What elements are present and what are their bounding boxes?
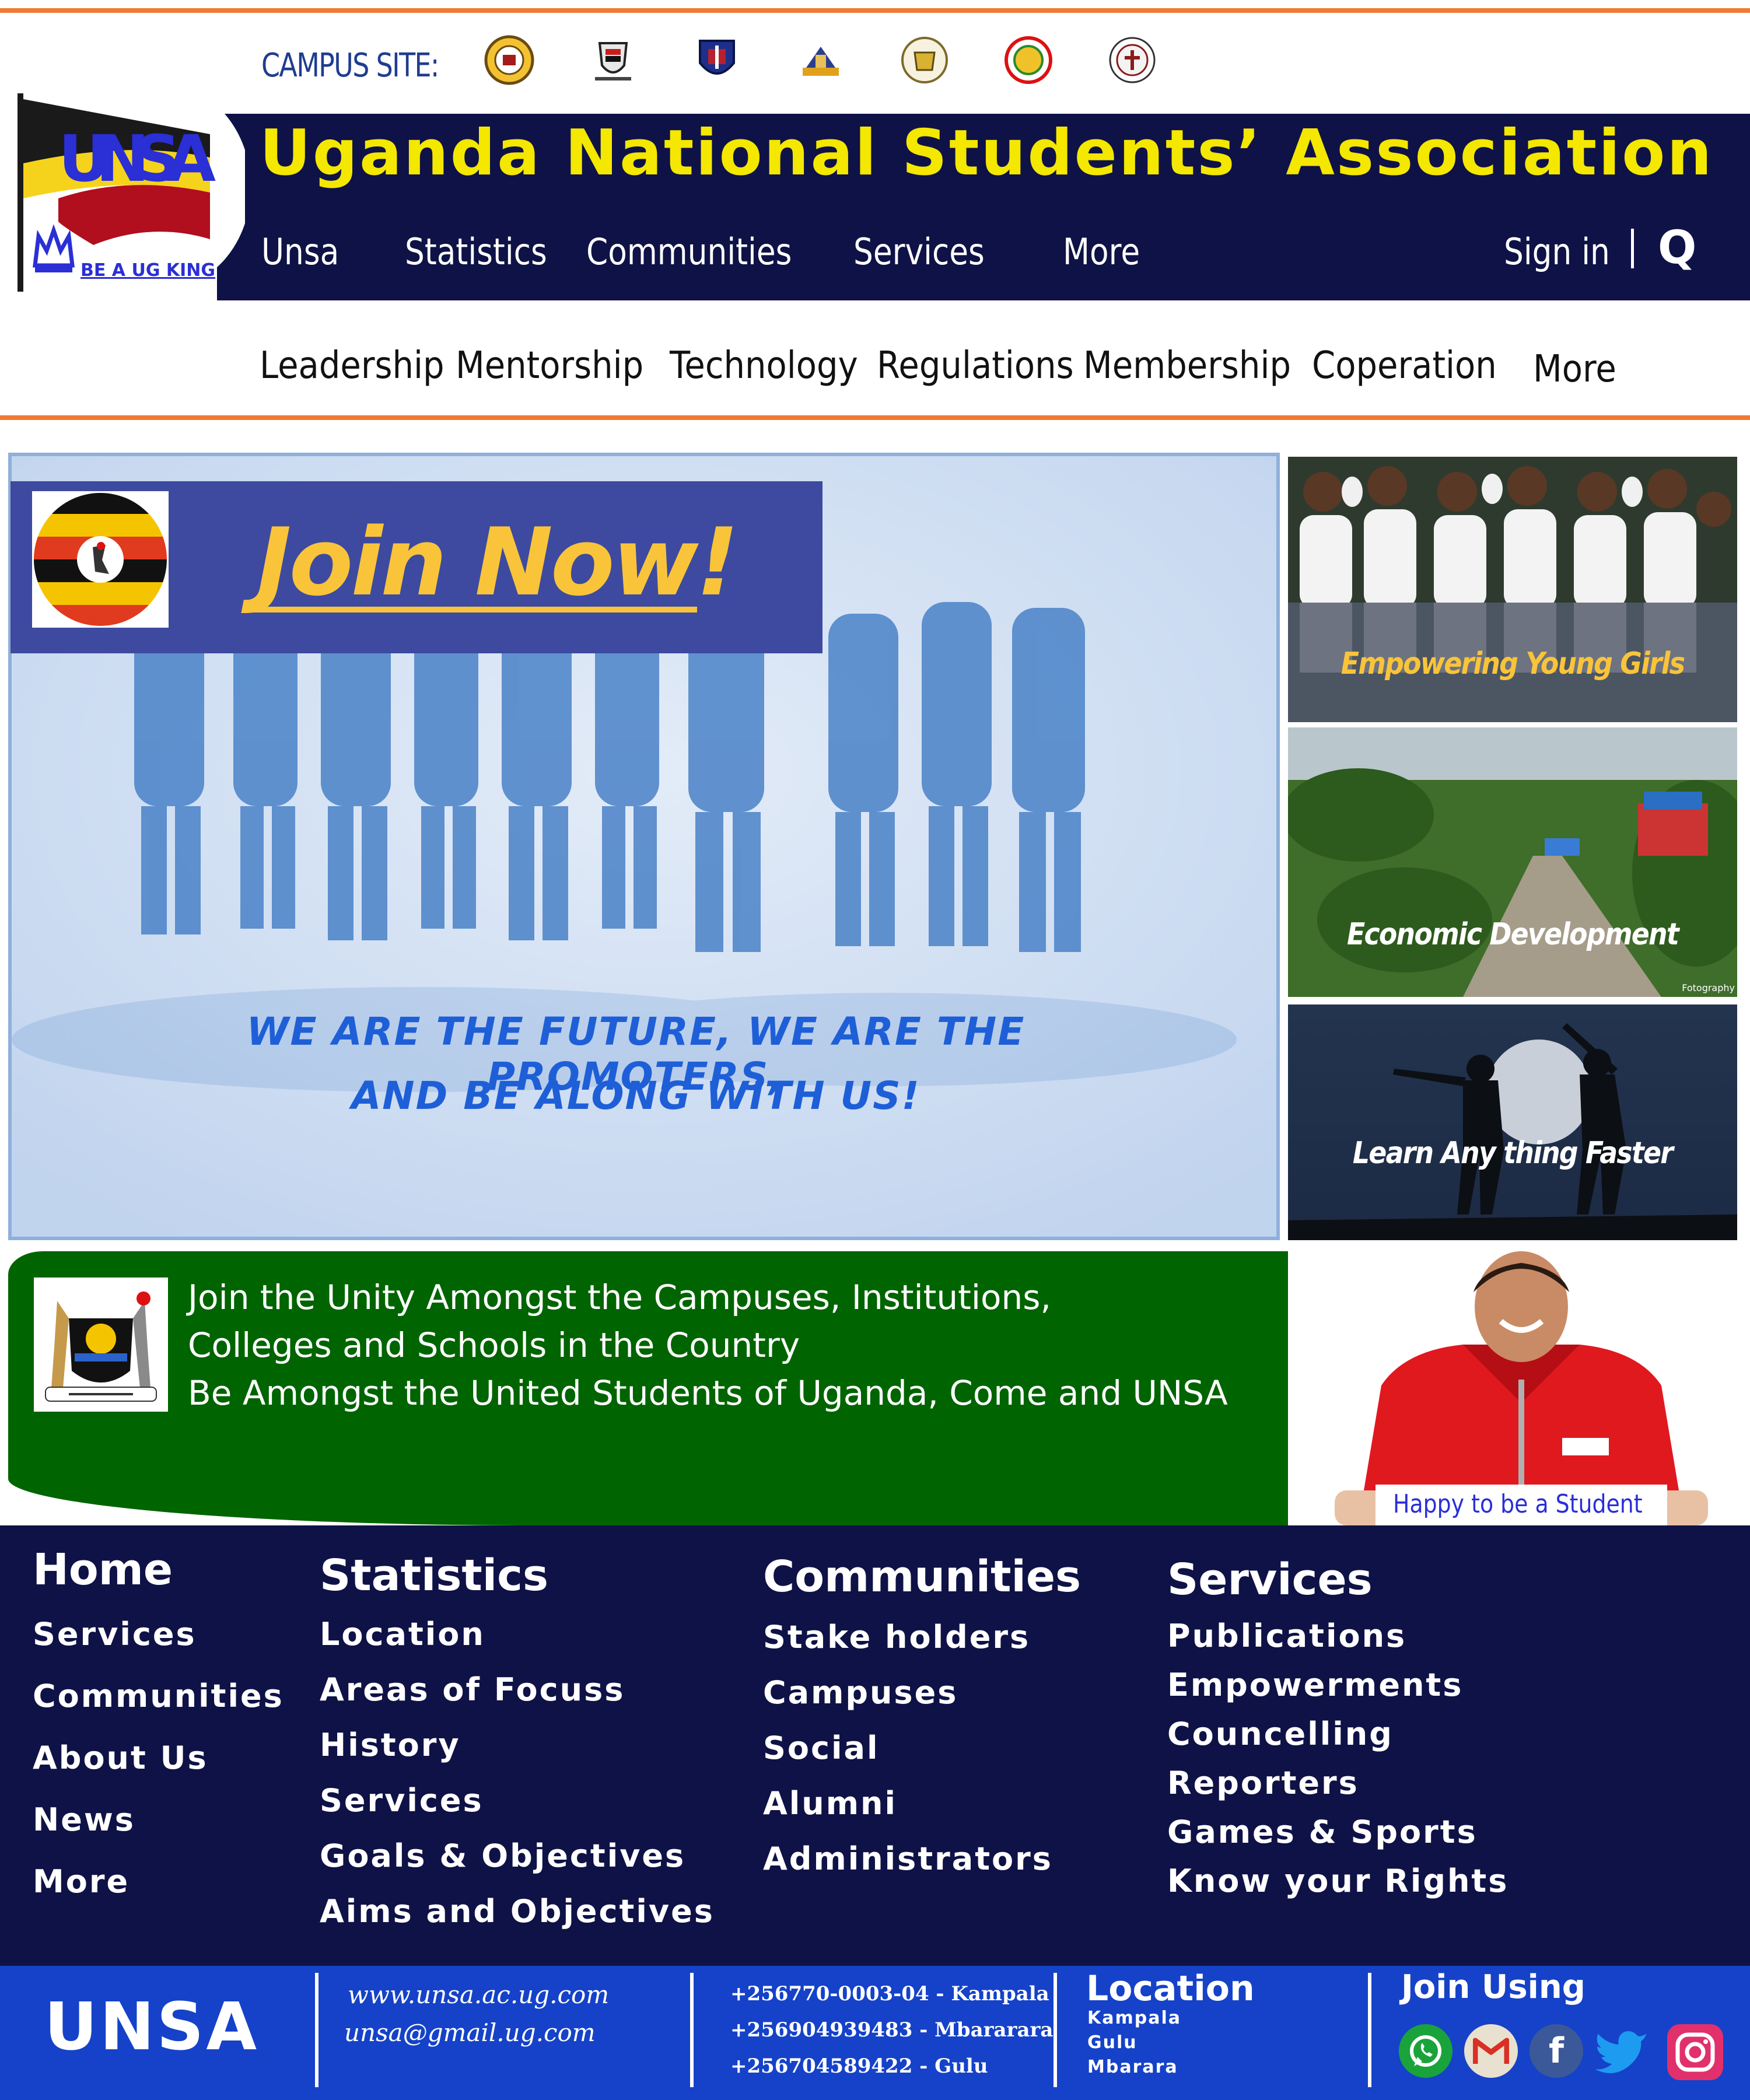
join-now-underline [254,607,697,612]
student-caption: Happy to be a Student [1393,1489,1643,1519]
campus-site-label: CAMPUS SITE: [261,47,439,85]
subnav-coperation[interactable]: Coperation [1312,344,1497,387]
campus-seal-4-icon[interactable] [796,35,846,85]
location-heading: Location [1086,1968,1255,2009]
logo-tagline: BE A UG KING [80,260,216,281]
unity-line-1: Join the Unity Amongst the Campuses, Ins… [188,1278,1051,1317]
location-mbarara: Mbarara [1087,2057,1178,2077]
gmail-icon[interactable] [1464,2024,1518,2078]
campus-logos [484,35,1157,85]
site-title: Uganda National Students’ Association [260,117,1714,190]
twitter-icon[interactable] [1595,2024,1648,2078]
unity-line-2: Colleges and Schools in the Country [188,1325,800,1365]
contact-divider-3 [1054,1973,1057,2087]
campus-seal-7-icon[interactable] [1107,35,1157,85]
contact-divider-1 [315,1973,318,2087]
phone-kampala[interactable]: +256770-0003-04 - Kampala [730,1982,1049,2006]
footer-link-news[interactable]: News [33,1801,135,1838]
subnav-membership[interactable]: Membership [1083,344,1291,387]
footer-link-empowerments[interactable]: Empowerments [1167,1667,1463,1703]
subnav-more[interactable]: More [1533,348,1616,391]
top-rule [0,8,1750,13]
footer-link-know-your-rights[interactable]: Know your Rights [1167,1863,1508,1899]
instagram-icon[interactable] [1667,2024,1723,2080]
footer-link-stake-holders[interactable]: Stake holders [763,1619,1030,1656]
website-link[interactable]: www.unsa.ac.ug.com [348,1980,609,2009]
footer-link-about-us[interactable]: About Us [33,1740,208,1776]
side-card-learn[interactable]: Learn Any thing Faster [1288,1005,1737,1240]
footer-link-services[interactable]: Services [33,1616,197,1653]
campus-seal-5-icon[interactable] [900,35,950,85]
join-using-heading: Join Using [1401,1968,1586,2006]
footer-link-stats-services[interactable]: Services [320,1782,484,1819]
footer-link-goals-objectives[interactable]: Goals & Objectives [320,1838,685,1874]
footer-link-location[interactable]: Location [320,1616,485,1653]
footer-link-history[interactable]: History [320,1727,461,1763]
nav-unsa[interactable]: Unsa [261,230,339,273]
hero-tagline-line2: AND BE ALONG WITH US! [351,1073,921,1118]
join-now-heading[interactable]: Join Now! [257,508,739,617]
contact-divider-2 [690,1973,694,2087]
subnav-rule [0,415,1750,420]
footer-link-social[interactable]: Social [763,1730,879,1766]
footer-statistics-heading[interactable]: Statistics [320,1550,548,1601]
silhouette-photo [1288,1005,1737,1240]
footer-link-communities[interactable]: Communities [33,1678,284,1714]
footer-link-areas-of-focuss[interactable]: Areas of Focuss [320,1671,625,1708]
side-card-economic[interactable]: Economic Development Fotography [1288,727,1737,997]
nav-services[interactable]: Services [853,230,985,273]
sign-in-link[interactable]: Sign in [1504,230,1610,273]
nav-communities[interactable]: Communities [586,230,792,273]
uganda-flag-icon [32,491,169,628]
phone-gulu[interactable]: +256704589422 - Gulu [730,2054,988,2078]
facebook-icon[interactable]: f [1530,2024,1583,2078]
footer-link-administrators[interactable]: Administrators [763,1840,1053,1877]
footer-home-heading[interactable]: Home [33,1545,173,1595]
girls-photo [1288,457,1737,722]
caption-economic-development: Economic Development [1346,917,1679,952]
town-photo [1288,727,1737,997]
nav-divider [1631,229,1634,268]
footer-link-campuses[interactable]: Campuses [763,1674,958,1711]
footer-brand: UNSA [44,1989,260,2065]
subnav-technology[interactable]: Technology [670,344,858,387]
search-icon[interactable]: Q [1658,222,1696,274]
footer-link-reporters[interactable]: Reporters [1167,1765,1359,1801]
footer-link-more[interactable]: More [33,1863,130,1900]
footer-link-councelling[interactable]: Councelling [1167,1716,1394,1752]
svg-text:UNSA: UNSA [58,121,216,196]
caption-learn-faster: Learn Any thing Faster [1352,1136,1674,1171]
unsa-logo[interactable]: UNSA BE A UG KING [12,85,251,298]
subnav-regulations[interactable]: Regulations [877,344,1074,387]
phone-mbarara[interactable]: +256904939483 - Mbararara [730,2018,1053,2042]
student-photo [1288,1251,1750,1525]
footer-link-alumni[interactable]: Alumni [763,1785,897,1822]
subnav-leadership[interactable]: Leadership [260,344,444,387]
student-card[interactable]: Happy to be a Student [1288,1251,1750,1525]
subnav-mentorship[interactable]: Mentorship [456,344,643,387]
photo-credit: Fotography [1682,982,1735,993]
side-card-girls[interactable]: Empowering Young Girls [1288,457,1737,722]
location-kampala: Kampala [1087,2008,1181,2028]
caption-empowering-girls: Empowering Young Girls [1340,646,1685,681]
footer-communities-heading[interactable]: Communities [763,1552,1081,1602]
unity-line-3: Be Amongst the United Students of Uganda… [188,1373,1228,1413]
campus-seal-2-icon[interactable] [588,35,638,85]
campus-seal-3-icon[interactable] [692,35,742,85]
footer-link-aims-objectives[interactable]: Aims and Objectives [320,1893,715,1930]
footer-services-heading[interactable]: Services [1167,1555,1373,1605]
email-link[interactable]: unsa@gmail.ug.com [344,2018,596,2047]
footer-link-games-sports[interactable]: Games & Sports [1167,1814,1478,1850]
campus-seal-1-icon[interactable] [484,35,534,85]
campus-seal-6-icon[interactable] [1003,35,1054,85]
coat-of-arms-icon [34,1278,168,1412]
footer-link-publications[interactable]: Publications [1167,1618,1406,1654]
nav-statistics[interactable]: Statistics [405,230,547,273]
location-gulu: Gulu [1087,2032,1138,2053]
contact-divider-4 [1368,1973,1371,2087]
nav-more[interactable]: More [1063,230,1140,273]
whatsapp-icon[interactable] [1399,2024,1452,2078]
